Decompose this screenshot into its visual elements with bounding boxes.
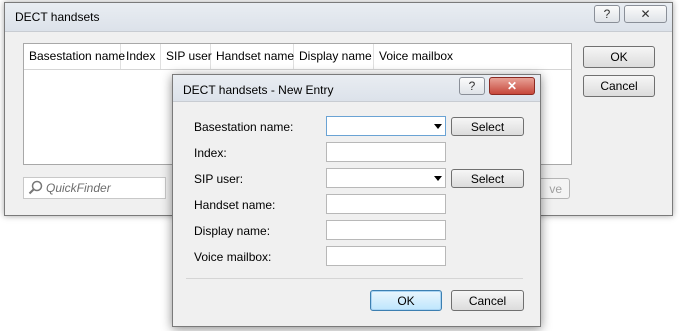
chevron-down-icon <box>434 124 442 129</box>
main-close-button[interactable]: ✕ <box>624 5 667 23</box>
display-name-label: Display name: <box>194 224 271 238</box>
help-icon: ? <box>603 7 611 21</box>
main-cancel-button[interactable]: Cancel <box>583 75 655 97</box>
dialog-cancel-button[interactable]: Cancel <box>451 290 524 311</box>
basestation-select-label: Select <box>470 119 505 134</box>
column-header-display-name[interactable]: Display name <box>294 44 374 69</box>
close-icon: ✕ <box>640 7 651 21</box>
new-entry-dialog: DECT handsets - New Entry ? ✕ Basestatio… <box>172 74 541 327</box>
sip-user-select-button[interactable]: Select <box>451 169 524 188</box>
voice-mailbox-label: Voice mailbox: <box>194 250 272 264</box>
quickfinder-input[interactable]: QuickFinder <box>23 177 166 199</box>
display-name-field[interactable] <box>326 220 446 240</box>
dialog-close-button[interactable]: ✕ <box>489 77 535 95</box>
sip-user-select-label: Select <box>470 171 505 186</box>
column-header-index[interactable]: Index <box>121 44 161 69</box>
remove-button-label: ve <box>549 181 562 196</box>
close-icon: ✕ <box>506 79 518 93</box>
column-header-basestation[interactable]: Basestation name <box>24 44 125 69</box>
index-label: Index: <box>194 146 227 160</box>
column-header-handset-name[interactable]: Handset name <box>211 44 294 69</box>
sip-user-label: SIP user: <box>194 172 244 186</box>
handset-name-field[interactable] <box>326 194 446 214</box>
dialog-title: DECT handsets - New Entry <box>183 83 334 97</box>
basestation-combo[interactable] <box>326 116 446 136</box>
basestation-label: Basestation name: <box>194 120 294 134</box>
main-ok-button[interactable]: OK <box>583 46 655 68</box>
chevron-down-icon <box>434 176 442 181</box>
help-icon: ? <box>468 79 476 93</box>
dialog-cancel-label: Cancel <box>468 293 507 308</box>
column-header-sip-user[interactable]: SIP user <box>161 44 212 69</box>
table-header: Basestation name Index SIP user Handset … <box>24 44 571 70</box>
basestation-select-button[interactable]: Select <box>451 117 524 136</box>
quickfinder-placeholder: QuickFinder <box>46 181 111 195</box>
handset-name-label: Handset name: <box>194 198 276 212</box>
dialog-title-bar: DECT handsets - New Entry ? ✕ <box>173 75 540 102</box>
main-cancel-label: Cancel <box>600 79 638 93</box>
main-ok-label: OK <box>610 50 628 64</box>
column-header-voice-mailbox[interactable]: Voice mailbox <box>374 44 454 69</box>
dialog-ok-label: OK <box>397 293 415 308</box>
main-help-button[interactable]: ? <box>594 5 620 23</box>
dialog-divider <box>186 278 523 279</box>
main-title-bar: DECT handsets ? ✕ <box>5 3 672 32</box>
dialog-help-button[interactable]: ? <box>459 77 485 95</box>
sip-user-combo[interactable] <box>326 168 446 188</box>
voice-mailbox-field[interactable] <box>326 246 446 266</box>
index-field[interactable] <box>326 142 446 162</box>
magnifier-icon <box>28 180 43 195</box>
dialog-ok-button[interactable]: OK <box>370 290 442 311</box>
main-window-title: DECT handsets <box>15 10 100 24</box>
